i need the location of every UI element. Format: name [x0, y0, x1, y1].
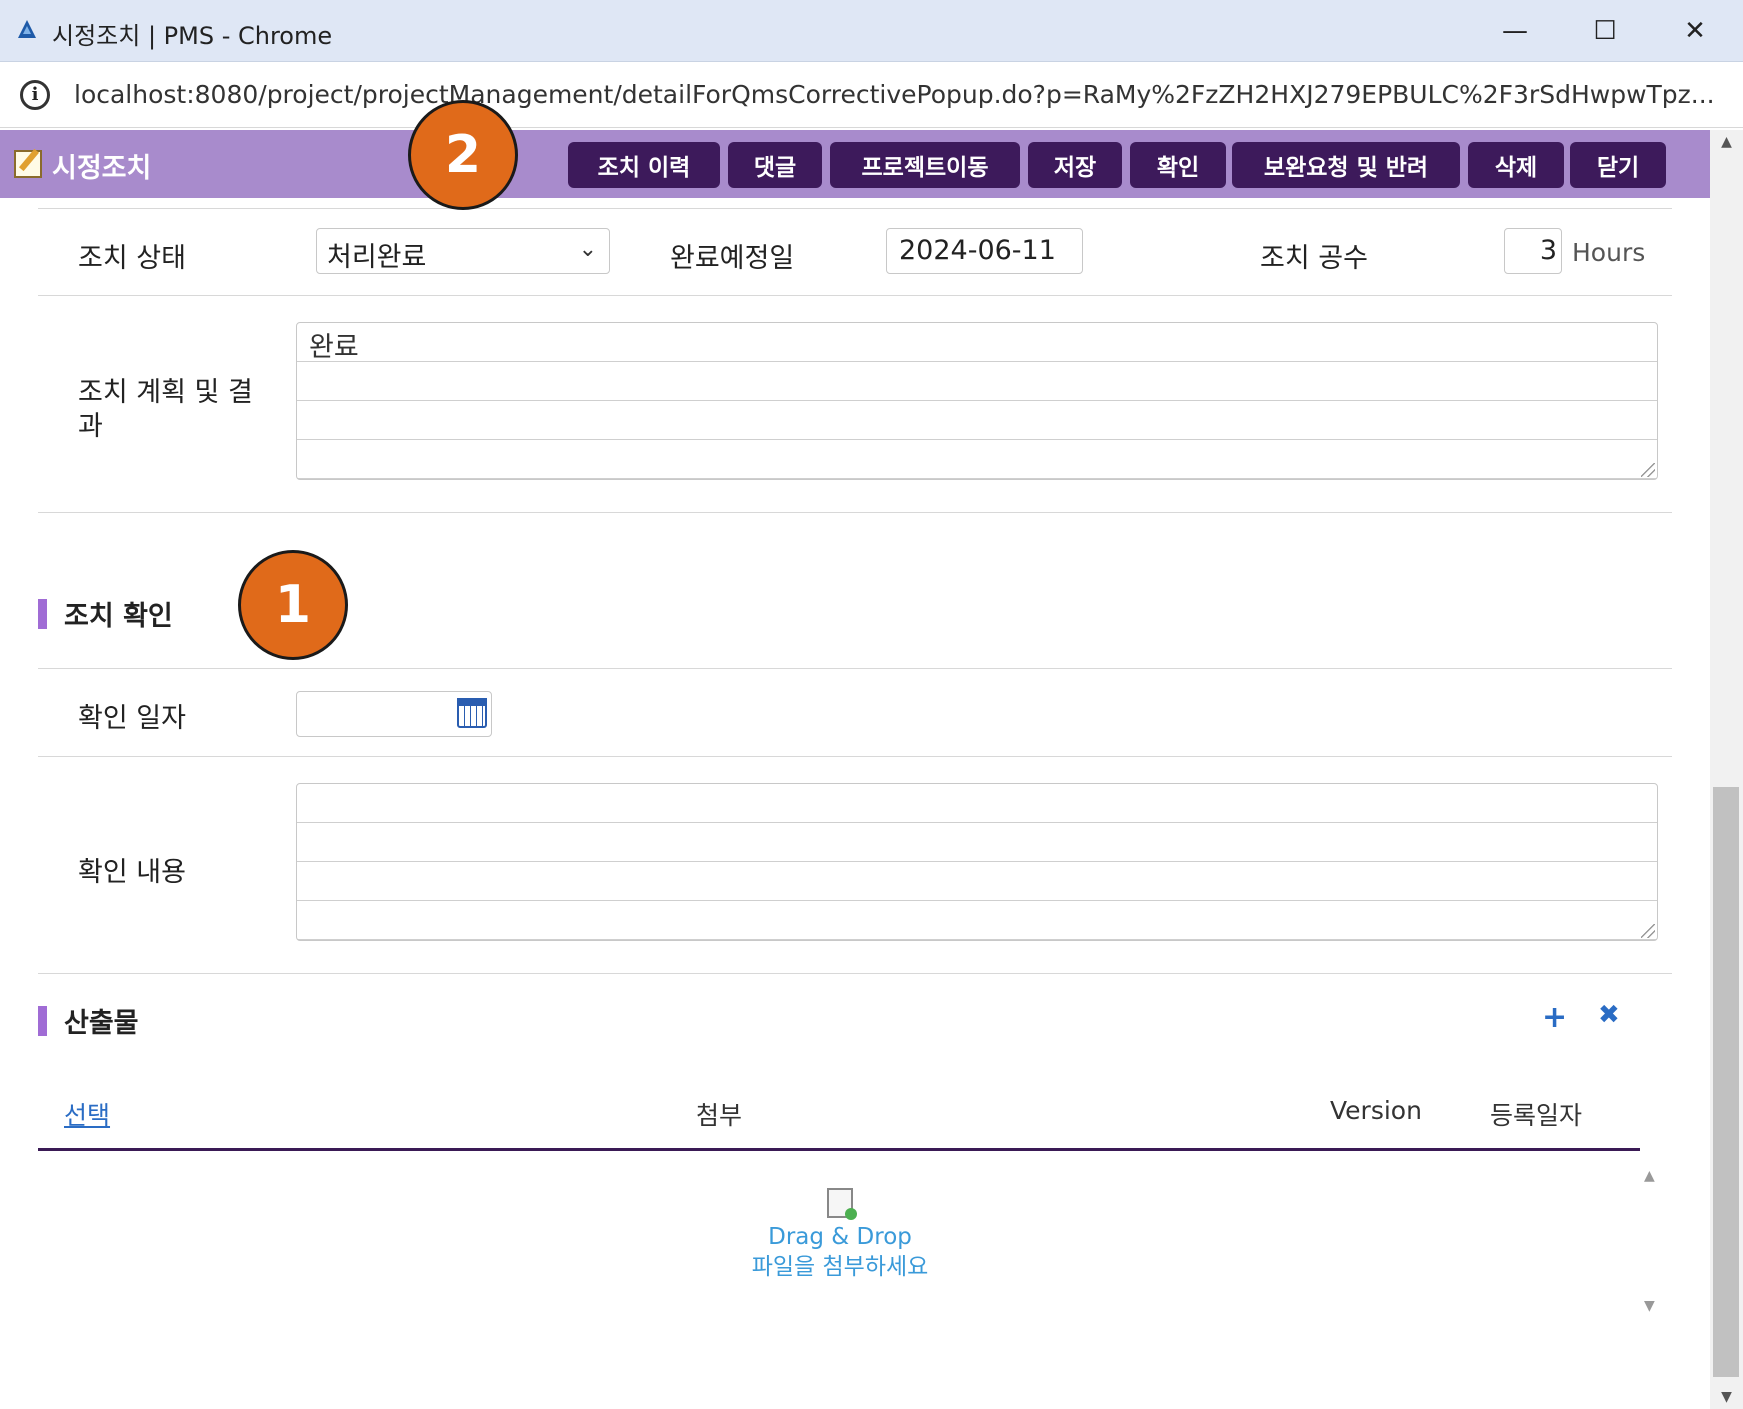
- minimize-icon[interactable]: —: [1485, 10, 1545, 52]
- chevron-down-icon: ⌄: [578, 237, 597, 262]
- plan-label-line1: 조치 계획 및 결: [78, 377, 253, 408]
- add-icon[interactable]: +: [1542, 1000, 1567, 1035]
- due-date-label: 완료예정일: [670, 243, 795, 274]
- status-select[interactable]: 처리완료 ⌄: [316, 228, 610, 274]
- move-project-button[interactable]: 프로젝트이동: [830, 142, 1020, 188]
- annotation-badge-1: 1: [238, 550, 348, 660]
- due-date-input[interactable]: 2024-06-11: [886, 228, 1083, 274]
- comment-button[interactable]: 댓글: [728, 142, 822, 188]
- plan-result-value: 완료: [309, 332, 359, 363]
- window-titlebar: 시정조치 | PMS - Chrome — ☐ ✕: [0, 0, 1743, 62]
- effort-input[interactable]: 3: [1504, 228, 1562, 274]
- file-drop-zone[interactable]: Drag & Drop 파일을 첨부하세요: [700, 1188, 980, 1288]
- column-attachment: 첨부: [696, 1101, 743, 1130]
- column-version: Version: [1330, 1096, 1422, 1125]
- drop-text-line1: Drag & Drop: [768, 1224, 912, 1250]
- window-title: 시정조치 | PMS - Chrome: [52, 22, 333, 50]
- confirm-button[interactable]: 확인: [1130, 142, 1226, 188]
- divider: [38, 668, 1672, 669]
- effort-label: 조치 공수: [1260, 243, 1368, 274]
- supplement-reject-button[interactable]: 보완요청 및 반려: [1232, 142, 1460, 188]
- confirm-content-label: 확인 내용: [78, 857, 186, 888]
- confirm-content-textarea[interactable]: [296, 783, 1658, 941]
- plan-result-textarea[interactable]: 완료: [296, 322, 1658, 480]
- scroll-up-icon[interactable]: ▲: [1710, 134, 1743, 150]
- outputs-section-title: 산출물: [64, 1008, 139, 1039]
- calendar-icon[interactable]: [457, 698, 487, 728]
- list-scroll-down-icon[interactable]: ▼: [1644, 1298, 1655, 1314]
- popup-header: 시정조치 조치 이력 댓글 프로젝트이동 저장 확인 보완요청 및 반려 삭제 …: [0, 130, 1710, 198]
- table-header-rule: [38, 1148, 1640, 1151]
- divider: [38, 512, 1672, 513]
- effort-unit: Hours: [1572, 238, 1646, 267]
- resize-grip-icon[interactable]: [1641, 463, 1655, 477]
- form-content: 조치 상태 처리완료 ⌄ 완료예정일 2024-06-11 조치 공수 3 Ho…: [0, 198, 1710, 1409]
- confirm-date-input[interactable]: [296, 691, 492, 737]
- address-bar: i localhost:8080/project/projectManageme…: [0, 62, 1743, 128]
- status-label: 조치 상태: [78, 243, 186, 274]
- maximize-icon[interactable]: ☐: [1575, 10, 1635, 52]
- app-icon: [18, 20, 36, 38]
- annotation-badge-2: 2: [408, 100, 518, 210]
- divider: [38, 756, 1672, 757]
- divider: [38, 973, 1672, 974]
- column-select[interactable]: 선택: [64, 1096, 110, 1132]
- delete-button[interactable]: 삭제: [1468, 142, 1564, 188]
- url-text[interactable]: localhost:8080/project/projectManagement…: [74, 80, 1714, 109]
- section-accent: [38, 1006, 47, 1036]
- confirm-date-label: 확인 일자: [78, 703, 186, 734]
- divider: [38, 295, 1672, 296]
- column-reg-date: 등록일자: [1490, 1101, 1583, 1130]
- list-scroll-up-icon[interactable]: ▲: [1644, 1168, 1655, 1184]
- file-upload-icon: [827, 1188, 857, 1220]
- history-button[interactable]: 조치 이력: [568, 142, 720, 188]
- page-scrollbar[interactable]: ▲ ▼: [1710, 130, 1743, 1409]
- scroll-down-icon[interactable]: ▼: [1710, 1389, 1743, 1405]
- save-button[interactable]: 저장: [1028, 142, 1122, 188]
- plan-label-line2: 과: [78, 411, 103, 442]
- remove-icon[interactable]: ✖: [1598, 1000, 1620, 1030]
- close-button[interactable]: 닫기: [1570, 142, 1666, 188]
- confirm-section-title: 조치 확인: [64, 601, 173, 632]
- edit-icon: [14, 150, 42, 178]
- status-value: 처리완료: [327, 242, 427, 273]
- section-accent: [38, 599, 47, 629]
- drop-text-line2: 파일을 첨부하세요: [751, 1254, 929, 1280]
- divider: [38, 208, 1672, 209]
- scrollbar-thumb[interactable]: [1713, 787, 1739, 1377]
- page-title: 시정조치: [52, 153, 152, 184]
- resize-grip-icon[interactable]: [1641, 924, 1655, 938]
- site-info-icon[interactable]: i: [20, 80, 50, 110]
- close-icon[interactable]: ✕: [1665, 10, 1725, 52]
